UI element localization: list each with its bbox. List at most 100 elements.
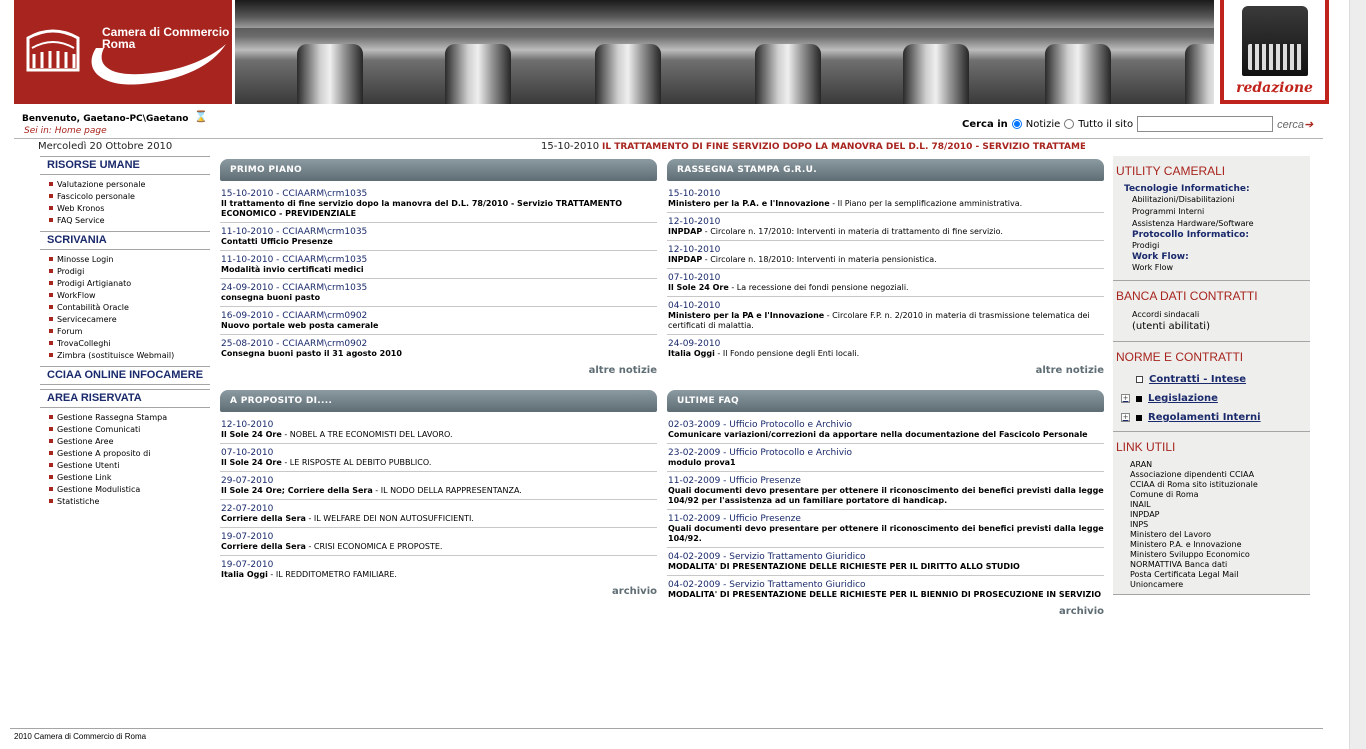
item-title[interactable]: Modalità invio certificati medici xyxy=(221,265,657,275)
link-utile[interactable]: Posta Certificata Legal Mail xyxy=(1113,570,1310,580)
more-link[interactable]: altre notizie xyxy=(667,365,1104,376)
list-item[interactable]: 24-09-2010 - CCIAARM\crm1035 consegna buo… xyxy=(220,279,657,307)
item-title[interactable]: Corriere della Sera - IL WELFARE DEI NON… xyxy=(221,514,657,524)
item-date[interactable]: 12-10-2010 xyxy=(221,420,657,430)
utility-link[interactable]: Abilitazioni/Disabilitazioni xyxy=(1113,194,1310,206)
nav-item[interactable]: Gestione Aree xyxy=(49,436,210,448)
nav-item[interactable]: Prodigi xyxy=(49,266,210,278)
more-link[interactable]: archivio xyxy=(667,606,1104,617)
item-date[interactable]: 22-07-2010 xyxy=(221,504,657,514)
nav-section-title[interactable]: RISORSE UMANE xyxy=(40,156,210,175)
nav-item[interactable]: Gestione Rassegna Stampa xyxy=(49,412,210,424)
list-item[interactable]: 12-10-2010 INPDAP - Circolare n. 17/2010:… xyxy=(667,213,1104,241)
nav-item[interactable]: Gestione Modulistica xyxy=(49,484,210,496)
item-date[interactable]: 24-09-2010 - CCIAARM\crm1035 xyxy=(221,283,657,293)
list-item[interactable]: 12-10-2010 Il Sole 24 Ore - NOBEL A TRE E… xyxy=(220,416,657,444)
item-title[interactable]: INPDAP - Circolare n. 17/2010: Intervent… xyxy=(668,227,1104,237)
item-date[interactable]: 04-02-2009 - Servizio Trattamento Giurid… xyxy=(668,580,1104,590)
list-item[interactable]: 22-07-2010 Corriere della Sera - IL WELFA… xyxy=(220,500,657,528)
item-title[interactable]: Consegna buoni pasto il 31 agosto 2010 xyxy=(221,349,657,359)
redazione-banner[interactable]: redazione xyxy=(1220,0,1329,104)
expand-icon[interactable]: + xyxy=(1121,413,1130,422)
list-item[interactable]: 23-02-2009 - Ufficio Protocollo e Archiv… xyxy=(667,444,1104,472)
link-utile[interactable]: INPS xyxy=(1113,520,1310,530)
list-item[interactable]: 12-10-2010 INPDAP - Circolare n. 18/2010:… xyxy=(667,241,1104,269)
item-title[interactable]: MODALITA' DI PRESENTAZIONE DELLE RICHIES… xyxy=(668,562,1104,572)
item-date[interactable]: 25-08-2010 - CCIAARM\crm0902 xyxy=(221,339,657,349)
utility-link[interactable]: Assistenza Hardware/Software xyxy=(1113,218,1310,230)
more-link[interactable]: altre notizie xyxy=(220,365,657,376)
item-date[interactable]: 11-10-2010 - CCIAARM\crm1035 xyxy=(221,255,657,265)
item-title[interactable]: MODALITA' DI PRESENTAZIONE DELLE RICHIES… xyxy=(668,590,1104,600)
list-item[interactable]: 11-10-2010 - CCIAARM\crm1035 Contatti Uff… xyxy=(220,223,657,251)
item-date[interactable]: 12-10-2010 xyxy=(668,217,1104,227)
item-title[interactable]: Quali documenti devo presentare per otte… xyxy=(668,486,1104,506)
vertical-scrollbar[interactable] xyxy=(1349,0,1366,749)
list-item[interactable]: 11-02-2009 - Ufficio Presenze Quali docum… xyxy=(667,510,1104,548)
item-title[interactable]: INPDAP - Circolare n. 18/2010: Intervent… xyxy=(668,255,1104,265)
nav-section-title[interactable]: SCRIVANIA xyxy=(40,231,210,250)
item-date[interactable]: 12-10-2010 xyxy=(668,245,1104,255)
utility-link[interactable]: Prodigi xyxy=(1113,240,1310,252)
norme-label[interactable]: Legislazione xyxy=(1148,389,1218,408)
news-ticker[interactable]: 15-10-2010 IL TRATTAMENTO DI FINE SERVIZ… xyxy=(541,141,1085,152)
item-title[interactable]: Contatti Ufficio Presenze xyxy=(221,237,657,247)
item-date[interactable]: 15-10-2010 - CCIAARM\crm1035 xyxy=(221,189,657,199)
list-item[interactable]: 11-02-2009 - Ufficio Presenze Quali docum… xyxy=(667,472,1104,510)
list-item[interactable]: 24-09-2010 Italia Oggi - Il Fondo pension… xyxy=(667,335,1104,362)
nav-item[interactable]: Forum xyxy=(49,326,210,338)
more-link[interactable]: archivio xyxy=(220,586,657,597)
item-date[interactable]: 24-09-2010 xyxy=(668,339,1104,349)
nav-item[interactable]: Gestione Utenti xyxy=(49,460,210,472)
nav-item[interactable]: Servicecamere xyxy=(49,314,210,326)
nav-item[interactable]: Zimbra (sostituisce Webmail) xyxy=(49,350,210,362)
link-utile[interactable]: INAIL xyxy=(1113,500,1310,510)
list-item[interactable]: 02-03-2009 - Ufficio Protocollo e Archiv… xyxy=(667,416,1104,444)
item-date[interactable]: 07-10-2010 xyxy=(668,273,1104,283)
list-item[interactable]: 29-07-2010 Il Sole 24 Ore; Corriere della… xyxy=(220,472,657,500)
list-item[interactable]: 04-02-2009 - Servizio Trattamento Giurid… xyxy=(667,548,1104,576)
logout-icon[interactable]: ⌛ xyxy=(194,110,208,123)
nav-item[interactable]: Statistiche xyxy=(49,496,210,508)
link-utile[interactable]: INPDAP xyxy=(1113,510,1310,520)
list-item[interactable]: 25-08-2010 - CCIAARM\crm0902 Consegna buo… xyxy=(220,335,657,362)
nav-item[interactable]: Prodigi Artigianato xyxy=(49,278,210,290)
link-utile[interactable]: ARAN xyxy=(1113,460,1310,470)
nav-item[interactable]: WorkFlow xyxy=(49,290,210,302)
nav-section-title[interactable]: AREA RISERVATA xyxy=(40,389,210,408)
item-title[interactable]: consegna buoni pasto xyxy=(221,293,657,303)
item-title[interactable]: Il trattamento di fine servizio dopo la … xyxy=(221,199,657,219)
camera-logo[interactable]: Camera di Commercio Roma xyxy=(14,0,232,104)
item-title[interactable]: Comunicare variazioni/correzioni da appo… xyxy=(668,430,1104,440)
link-utile[interactable]: Comune di Roma xyxy=(1113,490,1310,500)
item-date[interactable]: 29-07-2010 xyxy=(221,476,657,486)
list-item[interactable]: 15-10-2010 Ministero per la P.A. e l'Inno… xyxy=(667,185,1104,213)
item-title[interactable]: Italia Oggi - Il Fondo pensione degli En… xyxy=(668,349,1104,359)
item-date[interactable]: 02-03-2009 - Ufficio Protocollo e Archiv… xyxy=(668,420,1104,430)
norme-tree-item[interactable]: Contratti - Intese xyxy=(1113,370,1310,389)
search-input[interactable] xyxy=(1137,116,1274,132)
item-title[interactable]: Quali documenti devo presentare per otte… xyxy=(668,524,1104,544)
link-utile[interactable]: Ministero del Lavoro xyxy=(1113,530,1310,540)
norme-tree-item[interactable]: + Regolamenti Interni xyxy=(1113,408,1310,427)
nav-item[interactable]: Valutazione personale xyxy=(49,179,210,191)
nav-item[interactable]: Contabilità Oracle xyxy=(49,302,210,314)
list-item[interactable]: 19-07-2010 Italia Oggi - IL REDDITOMETRO … xyxy=(220,556,657,583)
utility-link[interactable]: Work Flow xyxy=(1113,262,1310,274)
item-title[interactable]: Nuovo portale web posta camerale xyxy=(221,321,657,331)
nav-item[interactable]: Gestione A proposito di xyxy=(49,448,210,460)
item-date[interactable]: 11-02-2009 - Ufficio Presenze xyxy=(668,514,1104,524)
link-utile[interactable]: Ministero P.A. e Innovazione xyxy=(1113,540,1310,550)
norme-tree-item[interactable]: + Legislazione xyxy=(1113,389,1310,408)
item-title[interactable]: Il Sole 24 Ore; Corriere della Sera - IL… xyxy=(221,486,657,496)
norme-label[interactable]: Contratti - Intese xyxy=(1149,370,1246,389)
accordi-sindacali-link[interactable]: Accordi sindacali xyxy=(1113,309,1310,321)
item-title[interactable]: Il Sole 24 Ore - La recessione dei fondi… xyxy=(668,283,1104,293)
utility-link[interactable]: Programmi Interni xyxy=(1113,206,1310,218)
nav-item[interactable]: Fascicolo personale xyxy=(49,191,210,203)
item-title[interactable]: Italia Oggi - IL REDDITOMETRO FAMILIARE. xyxy=(221,570,657,580)
link-utile[interactable]: NORMATTIVA Banca dati xyxy=(1113,560,1310,570)
search-notizie-radio[interactable] xyxy=(1011,119,1022,129)
item-date[interactable]: 19-07-2010 xyxy=(221,532,657,542)
link-utile[interactable]: Ministero Sviluppo Economico xyxy=(1113,550,1310,560)
